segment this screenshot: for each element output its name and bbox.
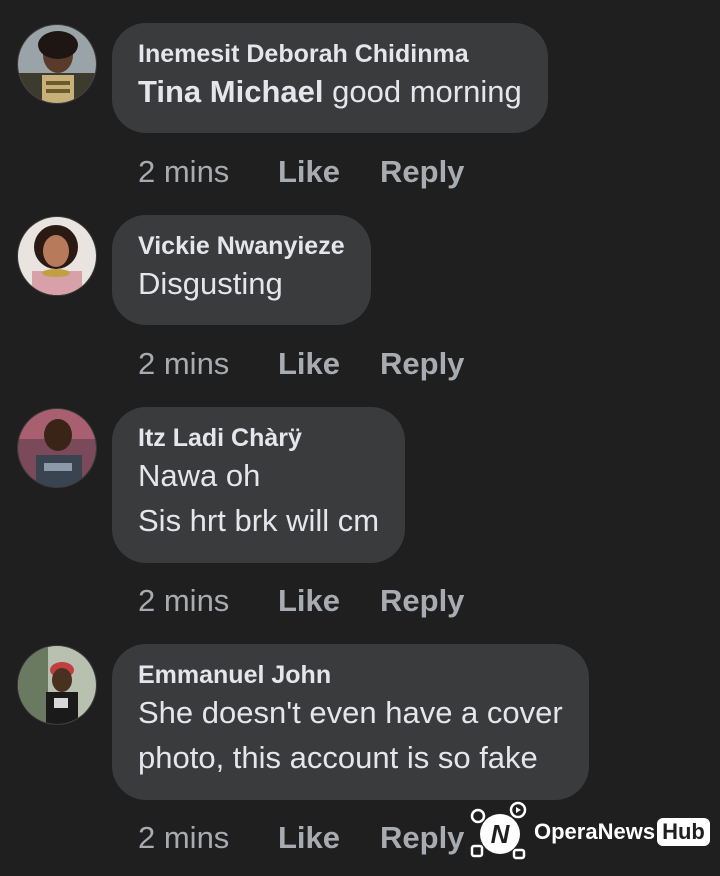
watermark-text: OperaNews Hub — [534, 818, 710, 846]
operanews-logo-icon: N — [470, 801, 527, 860]
comment-text-line: She doesn't even have a cover — [138, 695, 563, 730]
avatar-photo-icon — [18, 646, 96, 724]
like-button[interactable]: Like — [278, 820, 380, 856]
avatar[interactable] — [17, 24, 97, 104]
comment-timestamp[interactable]: 2 mins — [138, 820, 278, 856]
comment-bubble: Emmanuel John She doesn't even have a co… — [112, 644, 589, 800]
comment-actions: 2 mins Like Reply — [138, 152, 464, 192]
watermark-brand: OperaNews — [534, 819, 656, 844]
reply-button[interactable]: Reply — [380, 583, 464, 619]
comment-actions: 2 mins Like Reply — [138, 344, 464, 384]
comment-text-line: photo, this account is so fake — [138, 740, 538, 775]
reply-button[interactable]: Reply — [380, 154, 464, 190]
comment-bubble: Itz Ladi Chàrÿ Nawa oh Sis hrt brk will … — [112, 407, 406, 563]
comment-author[interactable]: Itz Ladi Chàrÿ — [138, 423, 379, 453]
comment-author[interactable]: Vickie Nwanyieze — [138, 231, 345, 261]
reply-button[interactable]: Reply — [380, 820, 464, 856]
comment-text-body: good morning — [323, 74, 522, 109]
like-button[interactable]: Like — [278, 154, 380, 190]
comment-text-line: Nawa oh — [138, 458, 261, 493]
comment-timestamp[interactable]: 2 mins — [138, 346, 278, 382]
comment-actions: 2 mins Like Reply — [138, 818, 464, 858]
avatar[interactable] — [17, 216, 97, 296]
avatar-photo-icon — [18, 25, 96, 103]
reply-button[interactable]: Reply — [380, 346, 464, 382]
comment-thread: Inemesit Deborah Chidinma Tina Michael g… — [0, 0, 720, 876]
avatar[interactable] — [17, 645, 97, 725]
like-button[interactable]: Like — [278, 583, 380, 619]
like-button[interactable]: Like — [278, 346, 380, 382]
comment-text: Tina Michael good morning — [138, 69, 522, 114]
svg-text:N: N — [491, 819, 511, 849]
watermark-hub-badge: Hub — [657, 818, 710, 846]
comment-author[interactable]: Emmanuel John — [138, 660, 563, 690]
mention-tag[interactable]: Tina Michael — [138, 74, 324, 109]
operanews-watermark: N OperaNews Hub — [466, 800, 710, 864]
comment-bubble: Inemesit Deborah Chidinma Tina Michael g… — [112, 23, 548, 133]
avatar-photo-icon — [18, 217, 96, 295]
comment-text-line: Sis hrt brk will cm — [138, 503, 380, 538]
comment-text: Disgusting — [138, 266, 283, 301]
avatar-photo-icon — [18, 409, 96, 487]
comment-timestamp[interactable]: 2 mins — [138, 154, 278, 190]
comment-timestamp[interactable]: 2 mins — [138, 583, 278, 619]
comment-bubble: Vickie Nwanyieze Disgusting — [112, 215, 371, 325]
comment-author[interactable]: Inemesit Deborah Chidinma — [138, 39, 522, 69]
avatar[interactable] — [17, 408, 97, 488]
comment-actions: 2 mins Like Reply — [138, 581, 464, 621]
